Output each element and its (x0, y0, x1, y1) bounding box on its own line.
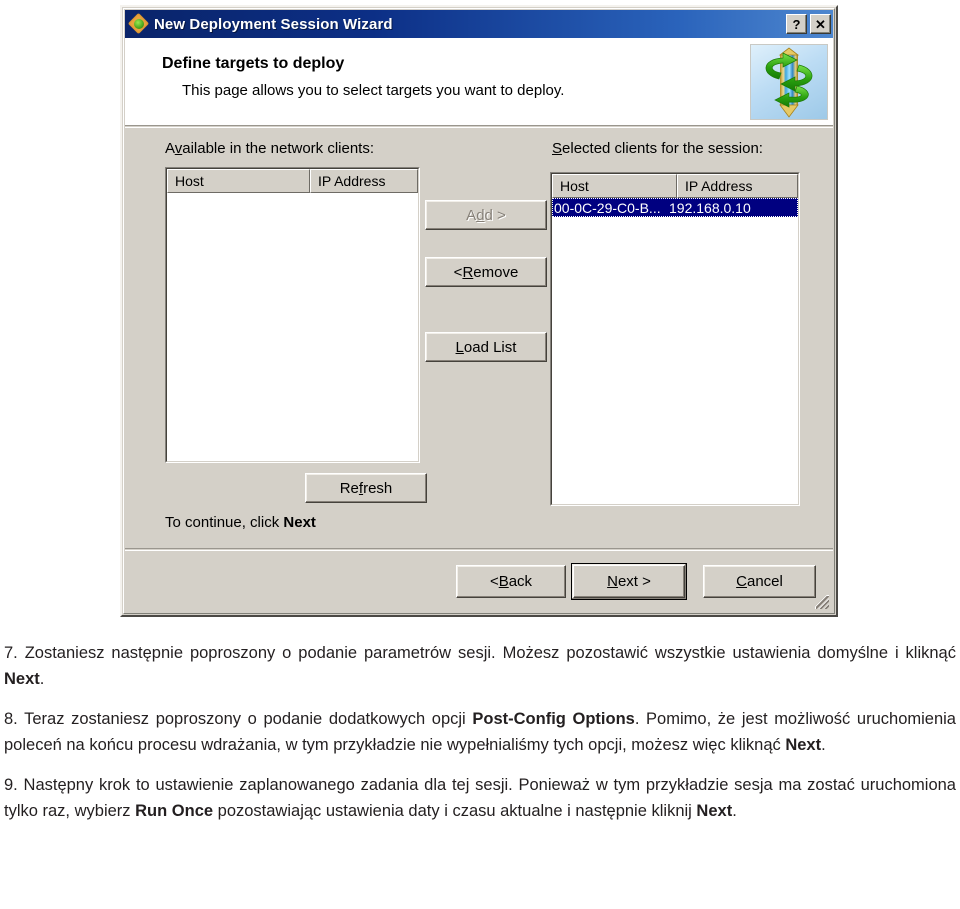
selected-clients-label: Selected clients for the session: (552, 140, 763, 157)
footer-divider (125, 548, 833, 551)
paragraph-step-9: 9. Następny krok to ustawienie zaplanowa… (4, 776, 956, 820)
refresh-button[interactable]: Re f resh (305, 473, 427, 503)
continue-hint: To continue, click Next (165, 514, 316, 531)
column-header-ip-address[interactable]: IP Address (310, 169, 418, 193)
column-header-ip-address[interactable]: IP Address (677, 174, 798, 198)
add-button[interactable]: Add > (425, 200, 547, 230)
row-host: 00-0C-29-C0-B... (554, 199, 661, 216)
next-button[interactable]: Next > (571, 563, 687, 600)
help-icon[interactable]: ? (786, 14, 807, 34)
available-clients-column-header: Host IP Address (167, 169, 418, 193)
available-clients-listbox[interactable]: Host IP Address (165, 167, 420, 463)
selected-clients-column-header: Host IP Address (552, 174, 798, 198)
resize-grip[interactable] (815, 595, 829, 609)
instruction-text: 7. Zostaniesz następnie poproszony o pod… (4, 640, 956, 828)
selected-clients-listbox[interactable]: Host IP Address 00-0C-29-C0-B... 192.168… (550, 172, 800, 506)
paragraph-step-7: 7. Zostaniesz następnie poproszony o pod… (4, 644, 956, 688)
load-list-button[interactable]: Load List (425, 332, 547, 362)
dialog-title: New Deployment Session Wizard (154, 15, 393, 33)
window-controls: ? ✕ (786, 14, 831, 34)
paragraph-step-8: 8. Teraz zostaniesz poproszony o podanie… (4, 710, 956, 754)
remove-button[interactable]: < Remove (425, 257, 547, 287)
row-ip: 192.168.0.10 (669, 199, 751, 216)
selected-clients-rows: 00-0C-29-C0-B... 192.168.0.10 (552, 198, 798, 217)
column-header-host[interactable]: Host (552, 174, 677, 198)
dialog-titlebar[interactable]: New Deployment Session Wizard ? ✕ (125, 10, 833, 38)
wizard-body: Available in the network clients: Host I… (125, 128, 833, 612)
table-row[interactable]: 00-0C-29-C0-B... 192.168.0.10 (552, 198, 798, 217)
deployment-wizard-icon (127, 12, 150, 35)
wizard-header: Define targets to deploy This page allow… (125, 38, 833, 125)
column-header-host[interactable]: Host (167, 169, 310, 193)
close-icon[interactable]: ✕ (810, 14, 831, 34)
cancel-button[interactable]: Cancel (703, 565, 816, 598)
wizard-header-subtitle: This page allows you to select targets y… (182, 82, 565, 99)
deployment-wizard-dialog: New Deployment Session Wizard ? ✕ Define… (120, 5, 838, 617)
back-button[interactable]: < Back (456, 565, 566, 598)
wizard-header-title: Define targets to deploy (162, 55, 345, 72)
available-clients-label: Available in the network clients: (165, 140, 375, 157)
deploy-cylinder-arrows-icon (750, 44, 828, 120)
